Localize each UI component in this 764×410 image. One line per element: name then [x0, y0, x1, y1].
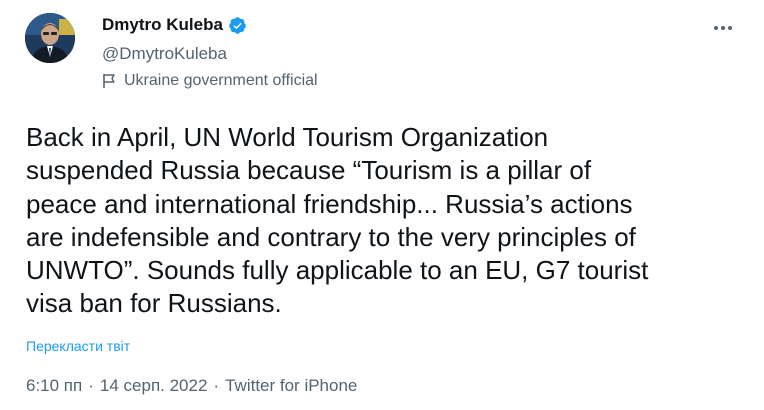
more-options-button[interactable]	[708, 13, 738, 43]
affiliation-label-text: Ukraine government official	[124, 72, 318, 89]
tweet-meta: 6:10 пп · 14 серп. 2022 · Twitter for iP…	[26, 376, 357, 396]
meta-separator: ·	[213, 376, 220, 395]
author-name-row: Dmytro Kuleba	[102, 15, 247, 35]
tweet-text: Back in April, UN World Tourism Organiza…	[26, 122, 649, 319]
flag-icon	[102, 73, 116, 89]
more-options-icon	[714, 26, 732, 30]
verified-badge-icon	[228, 16, 247, 35]
meta-separator: ·	[88, 376, 94, 395]
author-handle[interactable]: @DmytroKuleba	[102, 44, 227, 64]
affiliation-label: Ukraine government official	[102, 72, 318, 90]
translate-tweet-link[interactable]: Перекласти твіт	[26, 338, 130, 354]
tweet-time[interactable]: 6:10 пп	[26, 376, 82, 396]
tweet-source[interactable]: Twitter for iPhone	[225, 376, 357, 396]
avatar[interactable]	[25, 13, 75, 63]
tweet-date[interactable]: 14 серп. 2022	[100, 376, 208, 396]
avatar-image	[25, 13, 75, 63]
author-display-name[interactable]: Dmytro Kuleba	[102, 15, 223, 35]
tweet-card: Dmytro Kuleba @DmytroKuleba Ukraine gove…	[0, 0, 764, 410]
